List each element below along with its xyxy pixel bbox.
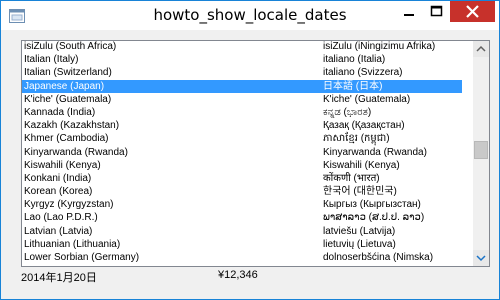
list-item[interactable]: Khmer (Cambodia) ភាសាខ្មែរ (កម្ពុជា) bbox=[22, 132, 462, 145]
locale-english-name: Kinyarwanda (Rwanda) bbox=[24, 146, 128, 158]
app-window: howto_show_locale_dates isiZulu (South A… bbox=[0, 0, 500, 300]
locale-english-name: Japanese (Japan) bbox=[24, 80, 105, 92]
list-item[interactable]: Kannada (India) ಕನ್ನಡ (ಭಾರತ) bbox=[22, 106, 462, 119]
locale-english-name: Kazakh (Kazakhstan) bbox=[24, 120, 120, 132]
scroll-down-button[interactable] bbox=[473, 250, 489, 266]
locale-native-name: K'iche' (Guatemala) bbox=[323, 93, 411, 105]
close-icon bbox=[466, 5, 479, 18]
locale-native-name: Кыргыз (Кыргызстан) bbox=[323, 199, 421, 211]
currency-label: ¥12,346 bbox=[218, 269, 258, 281]
close-button[interactable] bbox=[450, 1, 495, 22]
list-item[interactable]: Kiswahili (Kenya) Kiswahili (Kenya) bbox=[22, 159, 462, 172]
list-item[interactable]: Korean (Korea) 한국어 (대한민국) bbox=[22, 185, 462, 198]
list-item[interactable]: Kazakh (Kazakhstan) Қазақ (Қазақстан) bbox=[22, 119, 462, 132]
locale-english-name: K'iche' (Guatemala) bbox=[24, 93, 112, 105]
list-item[interactable]: Lower Sorbian (Germany) dolnoserbšćina (N… bbox=[22, 251, 462, 264]
minimize-icon bbox=[404, 14, 414, 16]
locale-native-name: isiZulu (iNingizimu Afrika) bbox=[323, 41, 436, 52]
locale-native-name: 日本語 (日本) bbox=[323, 80, 383, 92]
maximize-button[interactable] bbox=[423, 1, 449, 22]
list-item[interactable]: Kinyarwanda (Rwanda) Kinyarwanda (Rwanda) bbox=[22, 146, 462, 159]
maximize-icon bbox=[430, 5, 443, 17]
list-item[interactable]: K'iche' (Guatemala) K'iche' (Guatemala) bbox=[22, 93, 462, 106]
locale-list: isiZulu (South Africa) isiZulu (iNingizim… bbox=[22, 41, 462, 264]
locale-english-name: Latvian (Latvia) bbox=[24, 225, 93, 237]
scrollbar-thumb[interactable] bbox=[474, 141, 488, 159]
locale-native-name: Kinyarwanda (Rwanda) bbox=[323, 146, 427, 158]
list-item[interactable]: Konkani (India) कोंकणी (भारत) bbox=[22, 172, 462, 185]
list-item[interactable]: Lithuanian (Lithuania) lietuvių (Lietuva) bbox=[22, 238, 462, 251]
locale-native-name: Қазақ (Қазақстан) bbox=[323, 120, 405, 132]
locale-native-name: ភាសាខ្មែរ (កម្ពុជា) bbox=[323, 133, 390, 145]
locale-english-name: Kiswahili (Kenya) bbox=[24, 159, 101, 171]
locale-native-name: कोंकणी (भारत) bbox=[323, 172, 380, 184]
locale-english-name: Italian (Italy) bbox=[24, 54, 79, 66]
list-item[interactable]: Italian (Switzerland) italiano (Svizzera) bbox=[22, 66, 462, 79]
locale-native-name: ಕನ್ನಡ (ಭಾರತ) bbox=[323, 106, 372, 118]
locale-native-name: italiano (Svizzera) bbox=[323, 67, 403, 79]
locale-native-name: latviešu (Latvija) bbox=[323, 225, 396, 237]
list-item[interactable]: Italian (Italy) italiano (Italia) bbox=[22, 53, 462, 66]
locale-native-name: 한국어 (대한민국) bbox=[323, 186, 397, 198]
vertical-scrollbar[interactable] bbox=[473, 41, 489, 266]
locale-english-name: isiZulu (South Africa) bbox=[24, 41, 117, 52]
list-item[interactable]: Japanese (Japan) 日本語 (日本) bbox=[22, 79, 462, 93]
list-item[interactable]: Lao (Lao P.D.R.) ພາສາລາວ (ສ.ປ.ປ. ລາວ) bbox=[22, 211, 462, 224]
locale-english-name: Korean (Korea) bbox=[24, 186, 93, 198]
date-label: 2014年1月20日 bbox=[21, 272, 97, 284]
locale-listbox[interactable]: isiZulu (South Africa) isiZulu (iNingizim… bbox=[21, 40, 490, 267]
locale-english-name: Kannada (India) bbox=[24, 106, 96, 118]
locale-english-name: Lower Sorbian (Germany) bbox=[24, 252, 140, 263]
locale-native-name: dolnoserbšćina (Nimska) bbox=[323, 252, 434, 263]
title-bar[interactable]: howto_show_locale_dates bbox=[1, 1, 499, 30]
locale-english-name: Lao (Lao P.D.R.) bbox=[24, 212, 98, 224]
locale-native-name: italiano (Italia) bbox=[323, 54, 386, 66]
locale-english-name: Kyrgyz (Kyrgyzstan) bbox=[24, 199, 114, 211]
client-area: isiZulu (South Africa) isiZulu (iNingizim… bbox=[9, 31, 491, 292]
list-item[interactable]: isiZulu (South Africa) isiZulu (iNingizim… bbox=[22, 41, 462, 53]
list-item[interactable]: Latvian (Latvia) latviešu (Latvija) bbox=[22, 225, 462, 238]
locale-english-name: Italian (Switzerland) bbox=[24, 67, 112, 79]
locale-native-name: Kiswahili (Kenya) bbox=[323, 159, 400, 171]
scroll-up-button[interactable] bbox=[473, 41, 489, 57]
locale-native-name: ພາສາລາວ (ສ.ປ.ປ. ລາວ) bbox=[323, 212, 425, 224]
minimize-button[interactable] bbox=[396, 1, 422, 22]
locale-english-name: Lithuanian (Lithuania) bbox=[24, 238, 121, 250]
list-item[interactable]: Kyrgyz (Kyrgyzstan) Кыргыз (Кыргызстан) bbox=[22, 198, 462, 211]
scroll-down-arrow-icon bbox=[476, 255, 486, 262]
locale-native-name: lietuvių (Lietuva) bbox=[323, 238, 396, 250]
locale-english-name: Khmer (Cambodia) bbox=[24, 133, 109, 145]
scroll-up-arrow-icon bbox=[476, 45, 486, 52]
locale-english-name: Konkani (India) bbox=[24, 172, 92, 184]
